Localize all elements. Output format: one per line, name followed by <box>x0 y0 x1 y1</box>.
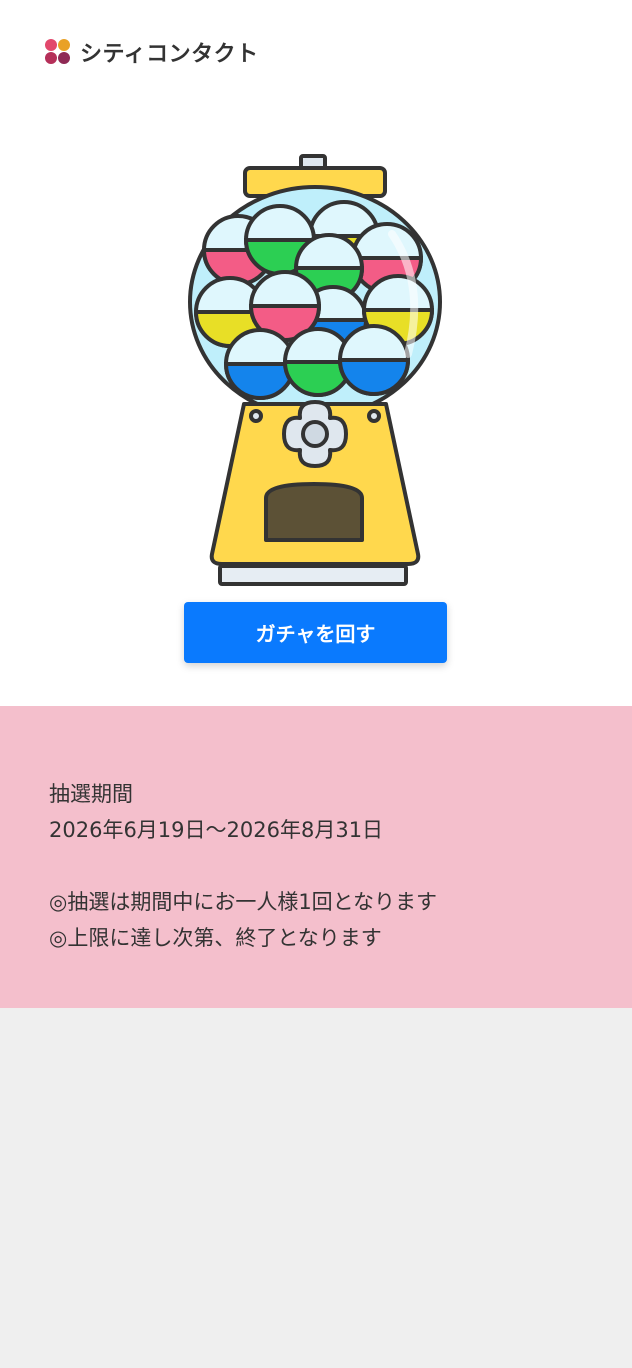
notice-ends-at-limit: ◎上限に達し次第、終了となります <box>49 926 382 950</box>
notice-once-per-person: ◎抽選は期間中にお一人様1回となります <box>49 890 438 914</box>
brand-mark-icon <box>45 39 70 64</box>
spin-gacha-button[interactable]: ガチャを回す <box>184 602 447 663</box>
info-section: 抽選期間 2026年6月19日〜2026年8月31日 ◎抽選は期間中にお一人様1… <box>0 706 632 1008</box>
period-heading: 抽選期間 <box>49 782 133 806</box>
period-dates: 2026年6月19日〜2026年8月31日 <box>49 818 384 842</box>
brand-logo[interactable]: シティコンタクト <box>44 36 259 68</box>
top-section: シティコンタクト ガチャを回す <box>0 0 632 706</box>
gacha-machine-icon <box>188 154 442 586</box>
brand-name: シティコンタクト <box>80 42 259 67</box>
info-text: 抽選期間 2026年6月19日〜2026年8月31日 ◎抽選は期間中にお一人様1… <box>49 776 437 956</box>
